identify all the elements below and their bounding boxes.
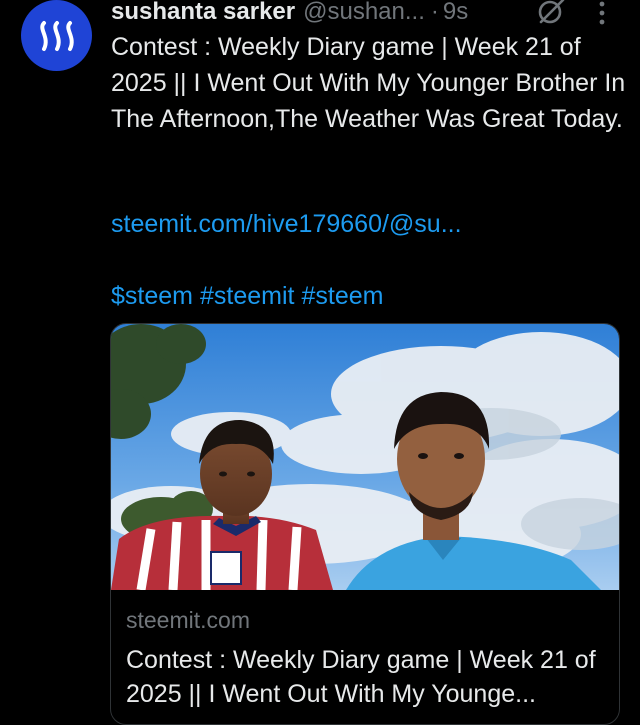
preview-photo bbox=[111, 324, 619, 590]
post-text: Contest : Weekly Diary game | Week 21 of… bbox=[111, 33, 626, 133]
more-options-button[interactable] bbox=[590, 0, 614, 28]
card-domain: steemit.com bbox=[126, 607, 250, 633]
post-link[interactable]: steemit.com/hive179660/@su... bbox=[111, 206, 462, 242]
author-handle[interactable]: @sushan... bbox=[303, 0, 425, 26]
link-preview-card[interactable]: steemit.com Contest : Weekly Diary game … bbox=[110, 323, 620, 725]
post-timestamp[interactable]: 9s bbox=[443, 0, 468, 26]
hashtag-list: $steem #steemit #steem bbox=[111, 278, 383, 314]
avatar[interactable] bbox=[21, 0, 92, 71]
grok-icon bbox=[538, 0, 565, 24]
author-name[interactable]: sushanta sarker bbox=[111, 0, 295, 26]
separator-dot: · bbox=[430, 0, 439, 25]
hashtag-steem[interactable]: #steem bbox=[301, 278, 383, 314]
card-title: Contest : Weekly Diary game | Week 21 of… bbox=[126, 646, 596, 708]
hashtag-steemit[interactable]: #steemit bbox=[200, 278, 294, 314]
grok-button[interactable] bbox=[536, 0, 566, 26]
steem-logo-icon bbox=[39, 20, 74, 51]
cashtag-steem[interactable]: $steem bbox=[111, 278, 193, 314]
more-vertical-icon bbox=[599, 1, 605, 25]
